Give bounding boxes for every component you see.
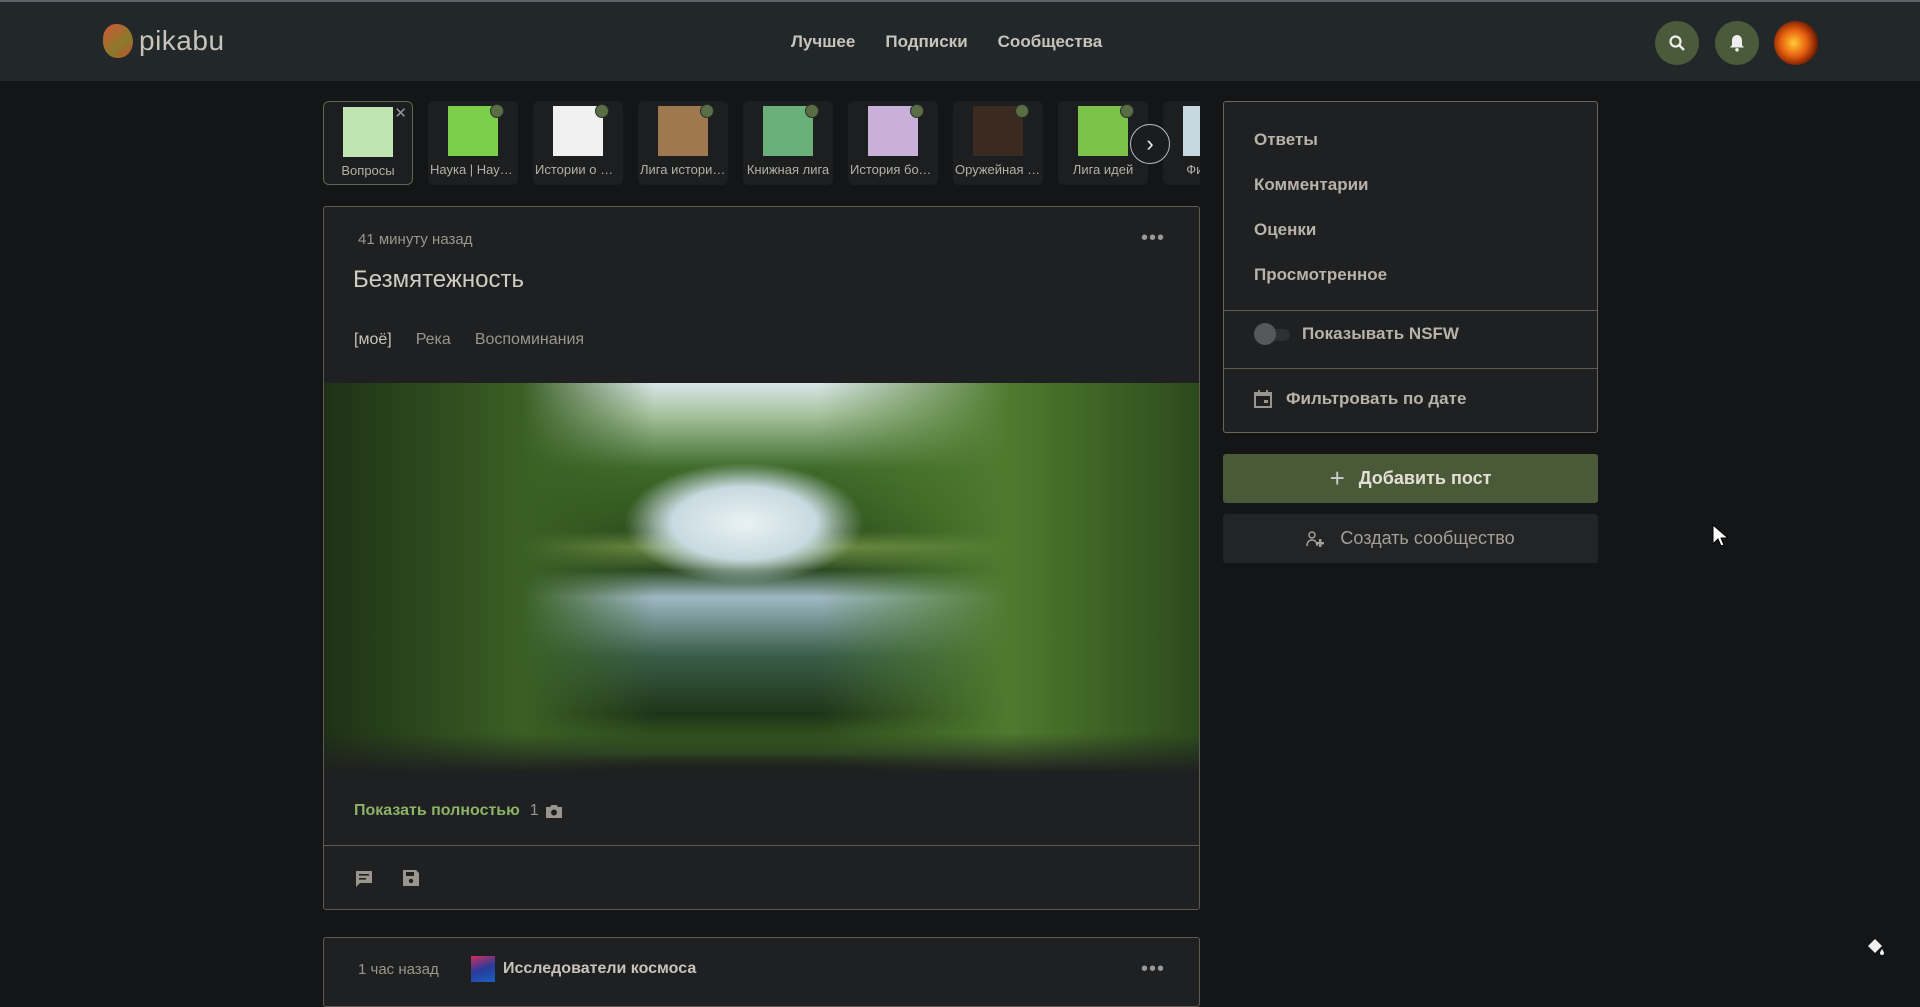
show-full-link[interactable]: Показать полностью 1 [354, 802, 563, 820]
community-label: Оружейная лига [955, 162, 1041, 177]
post-time: 1 час назад [358, 961, 439, 978]
community-image [868, 104, 924, 156]
community-label: Физика [1186, 162, 1200, 177]
divider [1224, 368, 1597, 369]
tag[interactable]: Река [416, 331, 451, 349]
nav-subscriptions[interactable]: Подписки [885, 32, 967, 52]
subscribe-dot[interactable] [700, 104, 714, 118]
plus-icon: + [1329, 463, 1345, 493]
community-label: Вопросы [341, 163, 395, 178]
logo-text: pikabu [139, 25, 225, 56]
subscribe-dot[interactable] [595, 104, 609, 118]
date-filter-button[interactable]: Фильтровать по дате [1254, 389, 1466, 409]
nsfw-label: Показывать NSFW [1302, 324, 1459, 343]
post-card: 1 час назад Исследователи космоса ••• [323, 937, 1200, 1007]
bell-icon [1730, 35, 1744, 52]
subscribe-dot[interactable] [1015, 104, 1029, 118]
create-community-label: Создать сообщество [1340, 528, 1515, 548]
community-chip[interactable]: Оружейная лига [953, 101, 1043, 185]
add-post-button[interactable]: + Добавить пост [1223, 454, 1598, 503]
filter-viewed[interactable]: Просмотренное [1254, 265, 1387, 285]
community-name: Исследователи космоса [503, 960, 697, 977]
post-card: 41 минуту назад ••• Безмятежность [моё] … [323, 206, 1200, 910]
toggle-switch[interactable] [1254, 323, 1290, 345]
calendar-icon [1254, 390, 1272, 408]
show-full-label: Показать полностью [354, 802, 520, 819]
community-label: История болезни [850, 162, 936, 177]
paint-bucket-icon[interactable] [1865, 937, 1885, 957]
community-chip[interactable]: Истории о жизни [533, 101, 623, 185]
search-icon [1669, 35, 1685, 51]
communities-strip: Вопросы ✕ Наука | Научп… Истории о жизни Лиг… [323, 101, 1200, 186]
community-image [343, 107, 393, 157]
strip-next-button[interactable]: › [1130, 124, 1170, 164]
tag[interactable]: Воспоминания [475, 331, 584, 349]
community-chip[interactable]: Вопросы ✕ [323, 101, 413, 185]
feed-filter-panel: Ответы Комментарии Оценки Просмотренное … [1223, 101, 1598, 433]
nav-communities[interactable]: Сообщества [998, 32, 1103, 52]
camera-icon [545, 804, 562, 818]
filter-comments[interactable]: Комментарии [1254, 175, 1368, 195]
more-options-icon[interactable]: ••• [1141, 958, 1165, 981]
chevron-right-icon: › [1146, 131, 1154, 156]
subscribe-dot[interactable] [1120, 104, 1134, 118]
post-time: 41 минуту назад [358, 231, 473, 248]
more-options-icon[interactable]: ••• [1141, 227, 1165, 250]
community-image [1078, 104, 1134, 156]
logo-icon [103, 24, 133, 58]
create-community-button[interactable]: Создать сообщество [1223, 514, 1598, 563]
community-chip[interactable]: История болезни [848, 101, 938, 185]
post-title[interactable]: Безмятежность [353, 266, 524, 294]
top-header: pikabu Лучшее Подписки Сообщества [0, 0, 1920, 81]
mouse-cursor-icon [1712, 524, 1728, 547]
community-chip[interactable]: Наука | Научп… [428, 101, 518, 185]
community-label: Лига историков [640, 162, 726, 177]
divider [1224, 310, 1597, 311]
community-image [763, 104, 819, 156]
community-image [658, 104, 714, 156]
add-users-icon [1306, 530, 1325, 547]
tag[interactable]: [моё] [354, 331, 392, 349]
post-image[interactable] [324, 383, 1199, 773]
subscribe-dot[interactable] [490, 104, 504, 118]
subscribe-dot[interactable] [805, 104, 819, 118]
community-chip[interactable]: Книжная лига [743, 101, 833, 185]
community-label: Лига идей [1072, 162, 1134, 177]
filter-ratings[interactable]: Оценки [1254, 220, 1316, 240]
community-image [553, 104, 609, 156]
close-icon[interactable]: ✕ [394, 104, 407, 122]
photo-count: 1 [529, 802, 539, 819]
nav-best[interactable]: Лучшее [791, 32, 855, 52]
search-button[interactable] [1655, 21, 1699, 65]
community-image [448, 104, 504, 156]
comment-icon[interactable] [354, 869, 374, 889]
nsfw-toggle[interactable]: Показывать NSFW [1254, 323, 1459, 345]
community-label: Истории о жизни [535, 162, 621, 177]
community-image [1183, 106, 1200, 156]
add-post-label: Добавить пост [1358, 468, 1492, 488]
pikabu-logo[interactable]: pikabu [103, 24, 225, 58]
user-avatar[interactable] [1774, 21, 1818, 65]
date-filter-label: Фильтровать по дате [1286, 389, 1467, 408]
community-image [973, 104, 1029, 156]
notifications-button[interactable] [1715, 21, 1759, 65]
community-avatar [471, 956, 495, 982]
main-nav: Лучшее Подписки Сообщества [791, 32, 1102, 52]
post-tags: [моё] Река Воспоминания [354, 331, 584, 349]
filter-answers[interactable]: Ответы [1254, 130, 1318, 150]
divider [324, 845, 1199, 846]
community-label: Наука | Научп… [430, 162, 516, 177]
subscribe-dot[interactable] [910, 104, 924, 118]
post-community[interactable]: Исследователи космоса [471, 956, 696, 982]
post-actions [354, 869, 420, 889]
community-chip[interactable]: Лига историков [638, 101, 728, 185]
community-label: Книжная лига [746, 162, 830, 177]
save-icon[interactable] [402, 869, 420, 887]
